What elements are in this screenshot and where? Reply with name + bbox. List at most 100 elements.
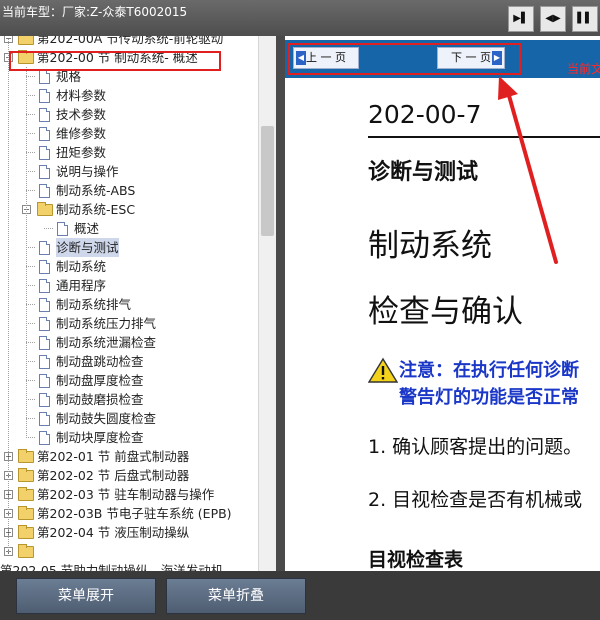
heading-title: 检查与确认 bbox=[368, 294, 523, 330]
tree-connector bbox=[26, 323, 35, 324]
document-icon bbox=[39, 127, 50, 141]
prev-page-label: 上 一 页 bbox=[306, 51, 346, 64]
tree-connector bbox=[26, 190, 35, 191]
tree-connector bbox=[26, 76, 35, 77]
tree-connector bbox=[26, 342, 35, 343]
document-icon bbox=[39, 165, 50, 179]
document-icon bbox=[39, 184, 50, 198]
title-bar: 当前车型：厂家:Z-众泰T6002015 ▶▌ ◀▶ ▌▌ bbox=[0, 0, 600, 36]
tree-item[interactable]: 制动鼓失圆度检查 bbox=[0, 409, 258, 428]
tree-item-label: 制动系统泄漏检查 bbox=[56, 335, 157, 350]
document-icon bbox=[57, 222, 68, 236]
chapter-tree-panel: − 第202-00A 节传动系统-前轮驱动 − 第202-00 节 制动系统- 概述规… bbox=[0, 36, 276, 571]
tree-item[interactable]: + 第202-03 节 驻车制动器与操作 bbox=[0, 485, 258, 504]
section-rule bbox=[368, 136, 600, 138]
tree-item[interactable]: 通用程序 bbox=[0, 276, 258, 295]
tree-item[interactable]: 诊断与测试 bbox=[0, 238, 258, 257]
tree-connector bbox=[26, 171, 35, 172]
expand-menu-button[interactable]: 菜单展开 bbox=[16, 578, 156, 614]
tree-connector bbox=[26, 380, 35, 381]
tree-item[interactable]: 概述 bbox=[0, 219, 258, 238]
heading-main: 制动系统 bbox=[368, 228, 492, 264]
document-icon bbox=[39, 336, 50, 350]
next-page-label: 下 一 页 bbox=[451, 51, 491, 64]
tree-connector bbox=[26, 114, 35, 115]
tree-item-label: 技术参数 bbox=[56, 107, 107, 122]
tree-connector bbox=[26, 133, 35, 134]
arrow-right-icon: ▶ bbox=[492, 51, 502, 65]
tree-item[interactable]: + 第202-02 节 后盘式制动器 bbox=[0, 466, 258, 485]
document-icon bbox=[39, 374, 50, 388]
folder-icon bbox=[18, 468, 34, 482]
tree-item[interactable]: 制动系统泄漏检查 bbox=[0, 333, 258, 352]
tree-item-label: 诊断与测试 bbox=[56, 238, 119, 257]
tree-item[interactable]: 制动块厚度检查 bbox=[0, 428, 258, 447]
tree-item[interactable]: 制动系统排气 bbox=[0, 295, 258, 314]
tree-item-label: 制动盘厚度检查 bbox=[56, 373, 144, 388]
scrollbar-thumb[interactable] bbox=[261, 126, 274, 236]
tree-item-label: 第202-00A 节传动系统-前轮驱动 bbox=[37, 36, 224, 46]
arrow-left-icon: ◀ bbox=[296, 51, 306, 65]
tree-item[interactable]: 制动盘跳动检查 bbox=[0, 352, 258, 371]
tree-item[interactable]: 制动系统 bbox=[0, 257, 258, 276]
tree-item[interactable]: 维修参数 bbox=[0, 124, 258, 143]
tree-item[interactable]: 制动鼓磨损检查 bbox=[0, 390, 258, 409]
folder-icon bbox=[18, 544, 34, 558]
tree-scrollbar[interactable] bbox=[258, 36, 276, 571]
tree-connector bbox=[26, 152, 35, 153]
single-page-icon[interactable]: ▶▌ bbox=[508, 6, 534, 32]
tree-connector bbox=[26, 95, 35, 96]
window-title: 当前车型：厂家:Z-众泰T6002015 bbox=[2, 5, 188, 19]
tree-guide-line bbox=[26, 67, 27, 438]
annotation-highlight-box bbox=[9, 51, 221, 71]
tree-item[interactable]: 制动盘厚度检查 bbox=[0, 371, 258, 390]
tree-connector bbox=[26, 399, 35, 400]
double-page-icon[interactable]: ◀▶ bbox=[540, 6, 566, 32]
page-nav-bar: ◀ 上 一 页 下 一 页 ▶ 当前文 bbox=[285, 40, 600, 78]
tree-item-label: 制动系统 bbox=[56, 259, 107, 274]
tree-item-label: 制动盘跳动检查 bbox=[56, 354, 144, 369]
tree-item[interactable]: + 第202-03B 节电子驻车系统 (EPB) bbox=[0, 504, 258, 523]
tree-item-label: 制动系统-ESC bbox=[56, 202, 136, 217]
next-page-button[interactable]: 下 一 页 ▶ bbox=[437, 47, 505, 69]
tree-item[interactable]: + bbox=[0, 542, 258, 561]
tree-item-label: 第202-04 节 液压制动操纵 bbox=[37, 525, 190, 540]
section-code: 202-00-7 bbox=[368, 100, 482, 129]
tree-item-label: 第202-03B 节电子驻车系统 (EPB) bbox=[37, 506, 232, 521]
tree-item[interactable]: 第202-05 节助力制动操纵 - 海洋发动机 bbox=[0, 561, 258, 571]
tree-item[interactable]: − 第202-00A 节传动系统-前轮驱动 bbox=[0, 36, 258, 48]
prev-page-button[interactable]: ◀ 上 一 页 bbox=[293, 47, 359, 69]
tree-item-label: 第202-01 节 前盘式制动器 bbox=[37, 449, 190, 464]
tree-item[interactable]: − 制动系统-ESC bbox=[0, 200, 258, 219]
document-icon bbox=[39, 393, 50, 407]
document-icon bbox=[39, 298, 50, 312]
collapse-menu-button[interactable]: 菜单折叠 bbox=[166, 578, 306, 614]
tree-connector bbox=[26, 285, 35, 286]
tree-item[interactable]: + 第202-01 节 前盘式制动器 bbox=[0, 447, 258, 466]
tree-connector bbox=[26, 304, 35, 305]
tree-item[interactable]: 扭矩参数 bbox=[0, 143, 258, 162]
tree-item[interactable]: 说明与操作 bbox=[0, 162, 258, 181]
panel-splitter[interactable] bbox=[276, 36, 285, 571]
document-icon bbox=[39, 89, 50, 103]
warning-icon bbox=[368, 357, 398, 383]
dual-pane-icon[interactable]: ▌▌ bbox=[572, 6, 598, 32]
folder-icon bbox=[18, 36, 34, 45]
tree-item[interactable]: 技术参数 bbox=[0, 105, 258, 124]
tree-item-label: 第202-03 节 驻车制动器与操作 bbox=[37, 487, 215, 502]
current-page-label: 当前文 bbox=[567, 62, 600, 76]
tree-item[interactable]: 制动系统压力排气 bbox=[0, 314, 258, 333]
chapter-tree: − 第202-00A 节传动系统-前轮驱动 − 第202-00 节 制动系统- 概述规… bbox=[0, 36, 258, 571]
tree-item-label: 制动鼓失圆度检查 bbox=[56, 411, 157, 426]
tree-item[interactable]: 材料参数 bbox=[0, 86, 258, 105]
tree-item-label: 概述 bbox=[74, 221, 100, 236]
tree-item[interactable]: 制动系统-ABS bbox=[0, 181, 258, 200]
tree-item-label: 扭矩参数 bbox=[56, 145, 107, 160]
tree-item[interactable]: + 第202-04 节 液压制动操纵 bbox=[0, 523, 258, 542]
table-heading: 目视检查表 bbox=[368, 549, 464, 571]
document-panel: ◀ 上 一 页 下 一 页 ▶ 当前文 202-00-7 诊断与测试 制动系统 … bbox=[285, 36, 600, 571]
heading-sub: 诊断与测试 bbox=[368, 160, 479, 185]
document-icon bbox=[39, 241, 50, 255]
folder-icon bbox=[18, 506, 34, 520]
warning-line-2: 警告灯的功能是否正常 bbox=[399, 387, 579, 408]
